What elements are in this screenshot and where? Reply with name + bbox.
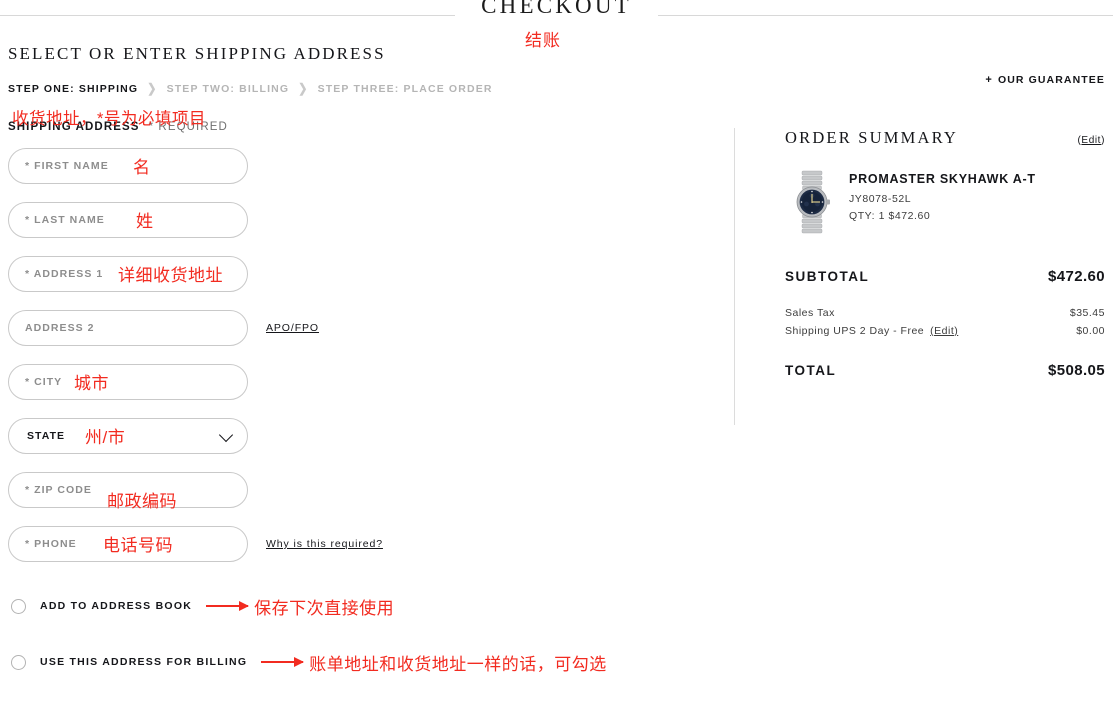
order-product-row: PROMASTER SKYHAWK A-T JY8078-52L QTY: 1 … <box>785 170 1105 234</box>
section-heading: SELECT OR ENTER SHIPPING ADDRESS <box>8 44 386 63</box>
shipping-address-form: * FIRST NAME 名 * LAST NAME 姓 * ADDRESS 1… <box>8 147 708 563</box>
add-to-address-book-annotation: 保存下次直接使用 <box>206 594 394 619</box>
our-guarantee-toggle[interactable]: + OUR GUARANTEE <box>785 74 1105 86</box>
zip-code-label: * ZIP CODE <box>25 484 92 496</box>
header-rule-left <box>0 14 456 16</box>
use-address-for-billing-annotation-text: 账单地址和收货地址一样的话，可勾选 <box>309 654 607 674</box>
state-select[interactable]: STATE <box>8 418 248 454</box>
product-sku: JY8078-52L <box>849 193 912 205</box>
step-two-billing[interactable]: STEP TWO: BILLING <box>167 83 290 95</box>
add-to-address-book-checkbox[interactable] <box>11 598 26 614</box>
total-value: $508.05 <box>1047 362 1105 379</box>
step-chevron-icon-1: ❯ <box>147 82 158 96</box>
shipping-row: Shipping UPS 2 Day - Free (Edit) $0.00 <box>785 323 1105 340</box>
field-row-address-2: ADDRESS 2 APO/FPO <box>8 309 708 347</box>
total-row: TOTAL $508.05 <box>785 362 1105 379</box>
arrow-right-icon <box>206 601 250 611</box>
state-label: STATE <box>27 430 66 442</box>
shipping-address-header: 收货地址，*号为必填项目 SHIPPING ADDRESS * REQUIRED <box>8 110 708 133</box>
shipping-label: Shipping UPS 2 Day - Free <box>785 325 925 337</box>
page-title: CHECKOUT <box>481 0 632 18</box>
arrow-right-icon <box>261 657 305 667</box>
field-row-first-name: * FIRST NAME 名 <box>8 147 708 185</box>
watch-image <box>785 170 839 234</box>
step-one-shipping[interactable]: STEP ONE: SHIPPING <box>8 83 138 95</box>
subtotal-row: SUBTOTAL $472.60 <box>785 268 1105 285</box>
order-summary-title: ORDER SUMMARY <box>785 128 959 147</box>
zip-code-input[interactable]: * ZIP CODE <box>8 472 248 508</box>
order-summary-edit-text: Edit <box>1081 135 1102 146</box>
field-row-state: STATE 州/市 <box>8 417 708 455</box>
sales-tax-row: Sales Tax $35.45 <box>785 305 1105 322</box>
total-label: TOTAL <box>785 363 837 378</box>
shipping-address-annotation: 收货地址，*号为必填项目 <box>12 110 206 128</box>
order-summary-header: ORDER SUMMARY (Edit) <box>785 128 1105 148</box>
step-chevron-icon-2: ❯ <box>298 82 309 96</box>
field-row-address-1: * ADDRESS 1 详细收货地址 <box>8 255 708 293</box>
add-to-address-book-row[interactable]: ADD TO ADDRESS BOOK 保存下次直接使用 <box>8 593 708 619</box>
field-row-zip-code: * ZIP CODE 邮政编码 <box>8 471 708 511</box>
field-row-last-name: * LAST NAME 姓 <box>8 201 708 239</box>
sales-tax-label: Sales Tax <box>785 307 835 319</box>
column-divider <box>734 128 735 425</box>
city-label: * CITY <box>25 376 63 388</box>
last-name-input[interactable]: * LAST NAME <box>8 202 248 238</box>
product-qty-price: QTY: 1 $472.60 <box>849 210 931 222</box>
first-name-label: * FIRST NAME <box>25 160 109 172</box>
shipping-label-wrap: Shipping UPS 2 Day - Free (Edit) <box>785 323 958 340</box>
shipping-edit-link[interactable]: (Edit) <box>930 325 958 337</box>
use-address-for-billing-annotation: 账单地址和收货地址一样的话，可勾选 <box>261 650 607 675</box>
phone-label: * PHONE <box>25 538 77 550</box>
city-input[interactable]: * CITY <box>8 364 248 400</box>
step-three-place-order[interactable]: STEP THREE: PLACE ORDER <box>318 83 493 95</box>
sales-tax-value: $35.45 <box>1069 307 1105 319</box>
phone-input[interactable]: * PHONE <box>8 526 248 562</box>
header-rule-right <box>657 14 1113 16</box>
use-address-for-billing-checkbox[interactable] <box>11 654 26 670</box>
shipping-value: $0.00 <box>1076 325 1105 337</box>
last-name-label: * LAST NAME <box>25 214 105 226</box>
order-cost-lines: Sales Tax $35.45 Shipping UPS 2 Day - Fr… <box>785 305 1105 340</box>
address-1-input[interactable]: * ADDRESS 1 <box>8 256 248 292</box>
product-thumbnail <box>785 170 839 234</box>
address-1-label: * ADDRESS 1 <box>25 268 104 280</box>
our-guarantee-label: OUR GUARANTEE <box>997 74 1105 86</box>
order-summary-edit-link[interactable]: (Edit) <box>1077 135 1105 146</box>
order-summary-column: + OUR GUARANTEE ORDER SUMMARY (Edit) PRO… <box>785 74 1105 379</box>
add-to-address-book-annotation-text: 保存下次直接使用 <box>254 598 395 618</box>
field-row-phone: * PHONE 电话号码 Why is this required? <box>8 525 708 563</box>
subtotal-value: $472.60 <box>1047 268 1105 285</box>
first-name-input[interactable]: * FIRST NAME <box>8 148 248 184</box>
order-totals: SUBTOTAL $472.60 Sales Tax $35.45 Shippi… <box>785 268 1105 379</box>
address-2-input[interactable]: ADDRESS 2 <box>8 310 248 346</box>
use-address-for-billing-row[interactable]: USE THIS ADDRESS FOR BILLING 账单地址和收货地址一样… <box>8 649 708 675</box>
address-options: ADD TO ADDRESS BOOK 保存下次直接使用 USE THIS AD… <box>8 593 708 675</box>
product-details: PROMASTER SKYHAWK A-T JY8078-52L QTY: 1 … <box>849 170 1036 222</box>
why-is-this-required-link[interactable]: Why is this required? <box>266 538 383 550</box>
add-to-address-book-label: ADD TO ADDRESS BOOK <box>40 600 193 612</box>
apo-fpo-link[interactable]: APO/FPO <box>266 322 319 334</box>
checkout-steps: STEP ONE: SHIPPING ❯ STEP TWO: BILLING ❯… <box>8 82 708 96</box>
shipping-form-column: SELECT OR ENTER SHIPPING ADDRESS STEP ON… <box>8 44 708 705</box>
use-address-for-billing-label: USE THIS ADDRESS FOR BILLING <box>40 656 248 668</box>
subtotal-label: SUBTOTAL <box>785 269 870 284</box>
address-2-label: ADDRESS 2 <box>25 322 95 334</box>
plus-icon: + <box>985 74 993 86</box>
field-row-city: * CITY 城市 <box>8 363 708 401</box>
product-name[interactable]: PROMASTER SKYHAWK A-T <box>849 172 1036 186</box>
chevron-down-icon <box>218 427 234 443</box>
